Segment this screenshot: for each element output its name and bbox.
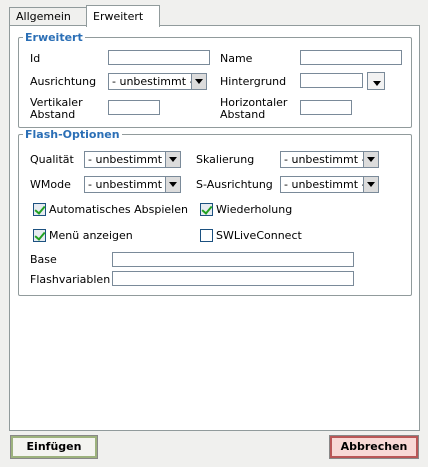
scale-select-value: - unbestimmt -: [284, 153, 366, 166]
autoplay-label: Automatisches Abspielen: [49, 203, 188, 216]
chevron-down-icon: [363, 177, 378, 192]
scale-select[interactable]: - unbestimmt -: [280, 151, 379, 168]
chevron-down-icon: [165, 177, 180, 192]
wmode-select-value: - unbestimmt -: [88, 178, 170, 191]
wmode-label: WMode: [30, 178, 71, 191]
salign-select-value: - unbestimmt -: [284, 178, 366, 191]
quality-select-value: - unbestimmt -: [88, 153, 170, 166]
quality-select[interactable]: - unbestimmt -: [84, 151, 181, 168]
id-label: Id: [30, 52, 41, 65]
scale-label: Skalierung: [196, 153, 255, 166]
advanced-legend: Erweitert: [25, 31, 83, 44]
vspace-input[interactable]: [108, 100, 160, 115]
flashvars-input[interactable]: [112, 271, 354, 286]
loop-checkbox[interactable]: [200, 203, 213, 216]
background-label: Hintergrund: [220, 75, 287, 88]
menu-checkbox[interactable]: [33, 229, 46, 242]
vspace-label: Vertikaler Abstand: [30, 96, 83, 121]
background-input[interactable]: [300, 73, 363, 88]
flashvars-label: Flashvariablen: [30, 273, 111, 286]
flash-options-legend: Flash-Optionen: [25, 128, 120, 141]
name-label: Name: [220, 52, 253, 65]
loop-label: Wiederholung: [216, 203, 293, 216]
align-select-value: - unbestimmt -: [112, 75, 194, 88]
wmode-select[interactable]: - unbestimmt -: [84, 176, 181, 193]
tab-panel: Erweitert Id Name Ausrichtung - unbestim…: [9, 25, 420, 431]
base-label: Base: [30, 253, 57, 266]
tab-general-label: Allgemein: [16, 10, 71, 23]
hspace-input[interactable]: [300, 100, 352, 115]
salign-label: S-Ausrichtung: [196, 178, 273, 191]
align-select[interactable]: - unbestimmt -: [108, 73, 207, 90]
quality-label: Qualität: [30, 153, 74, 166]
swliveconnect-label: SWLiveConnect: [216, 229, 302, 242]
swliveconnect-checkbox[interactable]: [200, 229, 213, 242]
insert-button[interactable]: Einfügen: [10, 435, 98, 459]
autoplay-checkbox[interactable]: [33, 203, 46, 216]
menu-label: Menü anzeigen: [49, 229, 133, 242]
cancel-button-label: Abbrechen: [340, 440, 408, 453]
tab-advanced-label: Erweitert: [93, 10, 144, 23]
insert-button-label: Einfügen: [26, 440, 82, 453]
chevron-down-icon: [165, 152, 180, 167]
hspace-label: Horizontaler Abstand: [220, 96, 288, 121]
chevron-down-icon: [363, 152, 378, 167]
base-input[interactable]: [112, 252, 354, 267]
tab-general[interactable]: Allgemein: [9, 7, 93, 26]
salign-select[interactable]: - unbestimmt -: [280, 176, 379, 193]
cancel-button[interactable]: Abbrechen: [329, 435, 419, 459]
name-input[interactable]: [300, 50, 402, 65]
align-label: Ausrichtung: [30, 75, 97, 88]
chevron-down-icon: [191, 74, 206, 89]
color-picker-icon[interactable]: [367, 72, 385, 90]
id-input[interactable]: [108, 50, 210, 65]
tab-advanced[interactable]: Erweitert: [86, 5, 160, 27]
